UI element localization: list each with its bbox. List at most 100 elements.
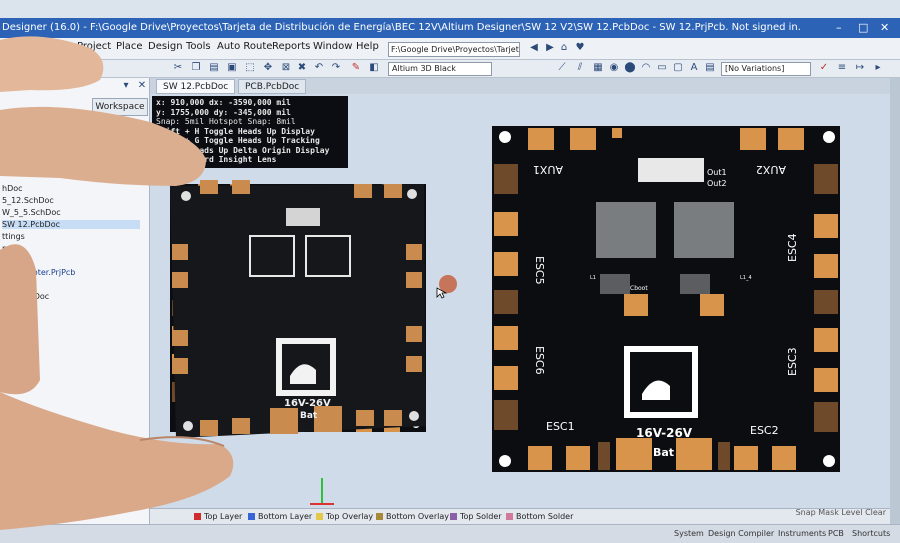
region-icon[interactable]: ▢ [672, 62, 684, 74]
view-theme-select[interactable]: Altium 3D Black [388, 62, 492, 76]
menu-auto-route[interactable]: Auto Route [217, 41, 272, 52]
ic-u2 [680, 274, 710, 294]
address-path-field[interactable]: F:\Google Drive\Proyectos\Tarjeta [388, 42, 520, 57]
project-item[interactable]: ttings [2, 232, 25, 241]
rule-icon[interactable]: ✓ [818, 62, 830, 74]
maximize-icon[interactable]: □ [858, 18, 868, 38]
cut-icon[interactable]: ✂ [172, 62, 184, 74]
layer-swatch-icon [506, 513, 513, 520]
pcb-board-right[interactable]: AUX1 AUX2 ESC5 ESC6 ESC4 ESC3 ESC1 ESC2 … [492, 126, 840, 472]
inductor-l2 [674, 202, 734, 258]
layer-tab-bottom-layer[interactable]: Bottom Layer [248, 512, 312, 521]
layer-tabs: Top Layer Bottom Layer Top Overlay Botto… [150, 508, 890, 524]
home-icon[interactable]: ⌂ [558, 42, 570, 54]
pcb-board-left[interactable]: AUX1 AUX2 ESC5 ESC6 ESC4 ESC3 ESC1 ESC2 … [170, 184, 426, 432]
back-icon[interactable]: ◀ [528, 42, 540, 54]
menu-help[interactable]: Help [356, 41, 379, 52]
move-icon[interactable]: ✥ [262, 62, 274, 74]
project-item[interactable]: c [2, 304, 6, 313]
rubber-stamp-icon[interactable]: ▣ [226, 62, 238, 74]
label-esc2-left: ESC2 [368, 393, 389, 402]
snap-mask-controls[interactable]: Snap Mask Level Clear [796, 508, 886, 517]
copy-icon[interactable]: ❐ [190, 62, 202, 74]
panel-close-icon[interactable]: ✕ [136, 80, 148, 92]
status-system[interactable]: System [674, 529, 704, 538]
label-aux1: AUX1 [533, 163, 563, 176]
layer-tab-bottom-overlay[interactable]: Bottom Overlay [376, 512, 449, 521]
interactive-route-icon[interactable]: ↦ [854, 62, 866, 74]
pad-icon[interactable]: ⬤ [624, 62, 636, 74]
close-icon[interactable]: ✕ [880, 18, 889, 38]
label-esc5-left: ESC5 [200, 260, 209, 281]
heads-up-display: x: 910,000 dx: -3590,000 mil y: 1755,000… [152, 96, 348, 168]
menu-project[interactable]: Project [77, 41, 111, 52]
project-item[interactable]: uments [2, 280, 32, 289]
status-bar: System Design Compiler Instruments PCB S… [0, 524, 900, 543]
menu-window[interactable]: Window [313, 41, 352, 52]
forward-icon[interactable]: ▶ [544, 42, 556, 54]
undo-icon[interactable]: ↶ [313, 62, 325, 74]
hud-x-coordinates: x: 910,000 dx: -3590,000 mil [156, 98, 291, 107]
hud-shortcut-2: Shift + G Toggle Heads Up Tracking [156, 136, 320, 145]
project-item[interactable]: W_5_5.SchDoc [2, 208, 61, 217]
favorite-icon[interactable]: ♥ [574, 42, 586, 54]
menu-view[interactable]: View [48, 41, 72, 52]
align-icon[interactable]: ≡ [836, 62, 848, 74]
right-panel-strip[interactable] [890, 78, 900, 524]
workspace-button[interactable]: Workspace [92, 98, 148, 116]
highlighter-icon[interactable]: ✎ [350, 62, 362, 74]
project-item[interactable]: 5_12.SchDoc [2, 196, 54, 205]
menu-tools[interactable]: Tools [186, 41, 211, 52]
status-design-compiler[interactable]: Design Compiler [708, 529, 774, 538]
fill-icon[interactable]: ▦ [592, 62, 604, 74]
status-instruments[interactable]: Instruments [778, 529, 826, 538]
project-item[interactable]: erated [2, 256, 28, 265]
label-l1-4: L1_4 [740, 275, 752, 281]
label-esc6-left: ESC6 [200, 342, 209, 363]
hud-shortcut-1: Shift + H Toggle Heads Up Display [156, 126, 315, 136]
project-item[interactable]: hDoc [2, 184, 23, 193]
layer-tab-top-overlay[interactable]: Top Overlay [316, 512, 373, 521]
project-item-selected[interactable]: SW 12.PcbDoc [2, 220, 140, 229]
tab-pcb-pcbdoc[interactable]: PCB.PcbDoc [238, 79, 307, 94]
clear-icon[interactable]: ✖ [296, 62, 308, 74]
route-icon[interactable]: ⟋ [556, 62, 568, 74]
dimension-icon[interactable]: ▤ [704, 62, 716, 74]
menu-design[interactable]: Design [148, 41, 183, 52]
menu-reports[interactable]: Reports [272, 41, 310, 52]
minimize-icon[interactable]: – [836, 18, 842, 38]
window-title: Designer (16.0) - F:\Google Drive\Proyec… [2, 22, 801, 33]
layer-swatch-icon [450, 513, 457, 520]
via-icon[interactable]: ◉ [608, 62, 620, 74]
label-l1: L1 [590, 275, 596, 281]
select-area-icon[interactable]: ⬚ [244, 62, 256, 74]
status-shortcuts[interactable]: Shortcuts [852, 529, 890, 538]
label-esc3-left: ESC3 [376, 340, 385, 361]
diff-pair-icon[interactable]: ⫽ [574, 62, 586, 74]
pin-icon[interactable]: ▾ [120, 80, 132, 92]
status-pcb[interactable]: PCB [828, 529, 844, 538]
project-item[interactable]: Quadcopter.PrjPcb [2, 268, 75, 277]
text-icon[interactable]: A [688, 62, 700, 74]
label-esc1: ESC1 [546, 420, 575, 433]
ic-pad-2 [700, 294, 724, 316]
project-item[interactable]: atic.SchDoc [2, 292, 49, 301]
variants-select[interactable]: [No Variations] [721, 62, 811, 76]
more-tools-icon[interactable]: ▸ [872, 62, 884, 74]
polygon-icon[interactable]: ▭ [656, 62, 668, 74]
menu-place[interactable]: Place [116, 41, 143, 52]
layer-tab-bottom-solder[interactable]: Bottom Solder [506, 512, 573, 521]
redo-icon[interactable]: ↷ [330, 62, 342, 74]
label-esc4: ESC4 [786, 233, 799, 262]
paste-icon[interactable]: ▤ [208, 62, 220, 74]
tab-sw12-pcbdoc[interactable]: SW 12.PcbDoc [156, 79, 236, 94]
deselect-icon[interactable]: ⊠ [280, 62, 292, 74]
layer-icon[interactable]: ◧ [368, 62, 380, 74]
project-item[interactable]: mes [2, 244, 19, 253]
mouse-cursor-icon [436, 287, 448, 299]
label-esc5: ESC5 [533, 256, 546, 285]
label-esc3: ESC3 [786, 347, 799, 376]
arc-icon[interactable]: ◠ [640, 62, 652, 74]
layer-tab-top-solder[interactable]: Top Solder [450, 512, 502, 521]
layer-tab-top-layer[interactable]: Top Layer [194, 512, 242, 521]
